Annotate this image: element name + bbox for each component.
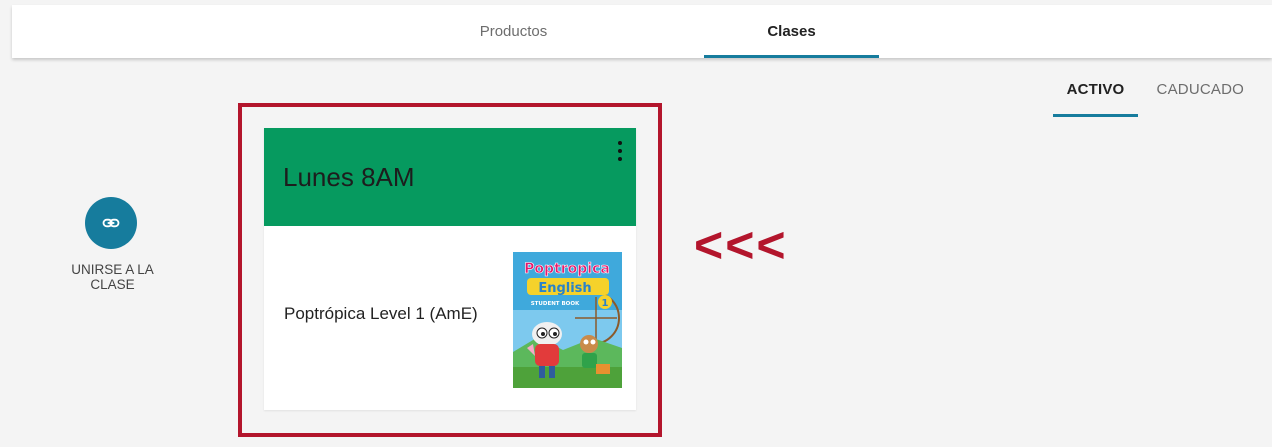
cover-level: 1 (602, 298, 609, 309)
annotation-arrows: <<< (694, 217, 788, 273)
link-icon (102, 218, 120, 228)
tab-productos-label: Productos (479, 23, 548, 40)
book-cover-image: Poptropica English STUDENT BOOK 1 (513, 252, 622, 388)
more-vert-icon[interactable] (614, 141, 626, 161)
tab-productos[interactable]: Productos (432, 5, 595, 58)
active-tab-indicator (704, 55, 879, 58)
class-card-header: Lunes 8AM (264, 128, 636, 226)
tab-activo[interactable]: ACTIVO (1053, 80, 1138, 117)
tab-caducado-label: CADUCADO (1156, 81, 1244, 98)
class-card[interactable]: Lunes 8AM Poptrópica Level 1 (AmE) Poptr… (264, 128, 636, 410)
product-name: Poptrópica Level 1 (AmE) (284, 304, 478, 323)
tab-activo-label: ACTIVO (1066, 81, 1125, 98)
top-nav-bar: Productos Clases (12, 5, 1272, 58)
join-class-button[interactable] (85, 197, 137, 249)
cover-subtitle: STUDENT BOOK (531, 301, 580, 307)
join-class-label: UNIRSE A LA CLASE (71, 262, 154, 292)
tab-clases[interactable]: Clases (704, 5, 879, 58)
tab-clases-label: Clases (767, 23, 816, 40)
tab-caducado[interactable]: CADUCADO (1157, 80, 1244, 100)
class-title: Lunes 8AM (283, 162, 415, 192)
cover-title-line1: Poptropica (524, 261, 610, 277)
active-status-indicator (1053, 114, 1138, 117)
cover-title-line2: English (538, 281, 591, 296)
